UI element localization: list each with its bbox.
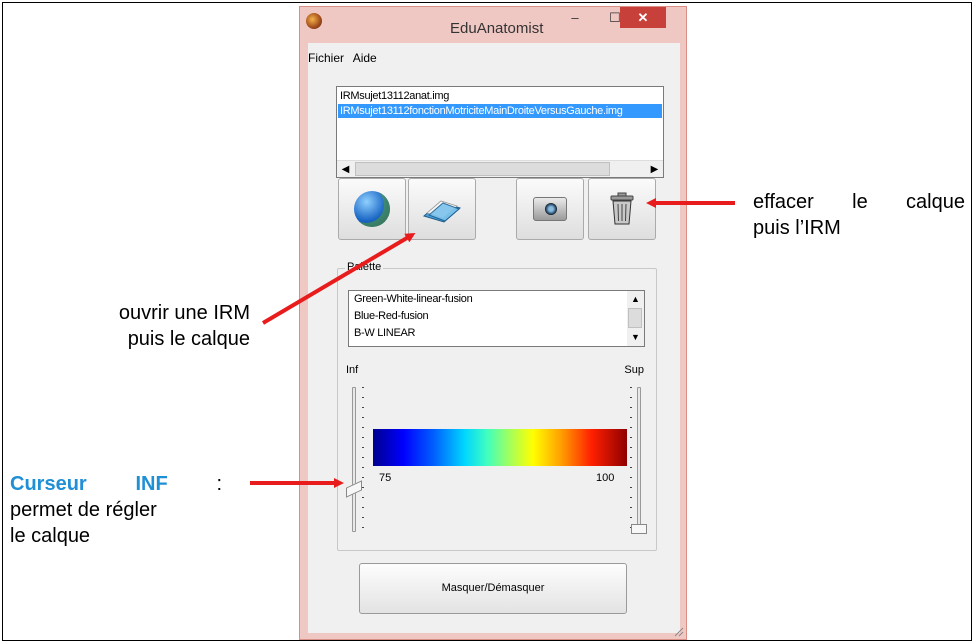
slider-tick [630,387,632,388]
list-item-selected[interactable]: IRMsujet13112fonctionMotriciteMainDroite… [338,104,662,118]
scroll-thumb[interactable] [355,162,610,176]
slider-tick [630,407,632,408]
menu-bar: Fichier Aide [308,51,383,69]
scroll-right-icon[interactable]: ▶ [646,161,663,178]
menu-fichier[interactable]: Fichier [308,51,344,65]
resize-grip-icon[interactable] [672,625,684,637]
slider-tick [362,517,364,518]
inf-slider-label: Inf [346,364,359,376]
slider-tick [630,487,632,488]
annotation-open-line2: puis le calque [127,328,250,350]
slider-tick [630,457,632,458]
mask-toggle-button[interactable]: Masquer/Démasquer [359,563,627,614]
minimize-icon[interactable]: – [562,7,588,28]
slider-tick [362,387,364,388]
slider-tick [630,477,632,478]
slider-tick [362,397,364,398]
window-title: EduAnatomist [450,20,544,37]
slider-tick [630,427,632,428]
max-value: 100 [596,472,615,484]
slider-tick [630,417,632,418]
app-icon [306,13,322,29]
palette-option[interactable]: Blue-Red-fusion [354,308,429,325]
file-list[interactable]: IRMsujet13112anat.img IRMsujet13112fonct… [336,86,664,178]
slider-tick [630,517,632,518]
cursor-colon: : [167,473,222,495]
slider-tick [362,527,364,528]
open-irm-button[interactable] [338,178,406,240]
slider-tick [362,477,364,478]
sup-slider-label: Sup [624,364,644,376]
app-window: EduAnatomist – ☐ ✕ Fichier Aide IRMsujet… [299,6,687,640]
menu-aide[interactable]: Aide [353,51,377,65]
slider-tick [630,447,632,448]
slider-tick [630,497,632,498]
sup-slider-track[interactable] [637,387,641,532]
scroll-thumb[interactable] [628,308,642,328]
annotation-open-line1: ouvrir une IRM [118,302,250,324]
slider-tick [362,497,364,498]
slider-tick [630,397,632,398]
slider-tick [630,437,632,438]
annotation-erase-line2: puis l’IRM [753,217,841,239]
slider-tick [362,507,364,508]
annotation-erase-line1: effacer le calque [753,191,965,213]
slider-tick [362,457,364,458]
slider-tick [362,437,364,438]
close-icon[interactable]: ✕ [620,7,666,28]
list-item[interactable]: IRMsujet13112anat.img [340,89,449,103]
vertical-scrollbar[interactable]: ▲ ▼ [627,291,644,346]
cursor-name: INF [135,473,168,495]
slider-tick [362,447,364,448]
palette-list[interactable]: Green-White-linear-fusion Blue-Red-fusio… [348,290,645,347]
horizontal-scrollbar[interactable]: ◀ ▶ [337,160,663,177]
annotation-cursor: Curseur INF : permet de régler le calque [10,471,222,549]
slider-tick [630,467,632,468]
annotation-cursor-line3: le calque [10,525,91,547]
cursor-label: Curseur [10,473,87,495]
trash-icon [610,192,634,225]
scroll-left-icon[interactable]: ◀ [337,161,354,178]
annotation-cursor-line1: Curseur INF : [10,471,222,497]
min-value: 75 [379,472,392,484]
sup-slider-thumb[interactable] [631,524,647,534]
globe-icon [354,191,390,227]
camera-icon [533,197,567,221]
slider-tick [362,407,364,408]
slider-tick [362,427,364,428]
slider-tick [362,417,364,418]
annotation-cursor-line2: permet de régler [10,499,157,521]
delete-button[interactable] [588,178,656,240]
palette-option[interactable]: B-W LINEAR [354,325,415,342]
palette-group: Palette Green-White-linear-fusion Blue-R… [337,261,657,551]
open-layer-button[interactable] [408,178,476,240]
inf-slider-track[interactable] [352,387,356,532]
scroll-up-icon[interactable]: ▲ [627,291,644,308]
annotation-erase: effacer le calque puis l’IRM [753,189,965,241]
client-area: Fichier Aide IRMsujet13112anat.img IRMsu… [308,43,680,633]
slider-tick [362,467,364,468]
color-bar [373,429,627,466]
screenshot-button[interactable] [516,178,584,240]
slider-tick [630,507,632,508]
title-bar[interactable]: EduAnatomist – ☐ ✕ [300,7,686,43]
palette-option[interactable]: Green-White-linear-fusion [354,291,473,308]
slider-tick [362,487,364,488]
palette-label: Palette [345,261,384,273]
scroll-down-icon[interactable]: ▼ [627,329,644,346]
folder-icon [422,200,462,223]
annotation-open: ouvrir une IRM puis le calque [60,300,250,352]
